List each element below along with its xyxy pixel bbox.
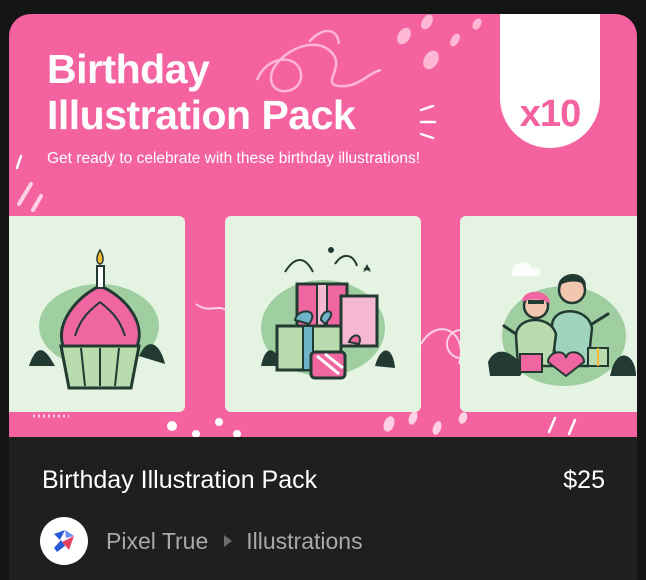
product-meta: Pixel True Illustrations (40, 517, 363, 565)
category-link[interactable]: Illustrations (246, 528, 362, 555)
product-card[interactable]: Birthday Illustration Pack Get ready to … (9, 14, 637, 580)
author-avatar[interactable] (40, 517, 88, 565)
cupcake-illustration (9, 216, 185, 412)
product-price: $25 (563, 466, 605, 494)
quantity-badge: x10 (500, 14, 600, 148)
pixel-true-logo-icon (54, 530, 74, 552)
hero-title-line-2: Illustration Pack (47, 92, 356, 138)
product-title[interactable]: Birthday Illustration Pack (42, 466, 317, 495)
breadcrumb-arrow-icon (224, 535, 233, 547)
gift-boxes-illustration (225, 216, 421, 412)
author-name-link[interactable]: Pixel True (106, 528, 208, 555)
quantity-badge-label: x10 (519, 93, 581, 135)
hero-title: Birthday Illustration Pack (47, 46, 356, 138)
hero-title-line-1: Birthday (47, 46, 210, 92)
couple-celebrating-illustration (460, 216, 637, 412)
hero-subtitle: Get ready to celebrate with these birthd… (47, 150, 421, 167)
product-thumbnail[interactable]: Birthday Illustration Pack Get ready to … (9, 14, 637, 437)
